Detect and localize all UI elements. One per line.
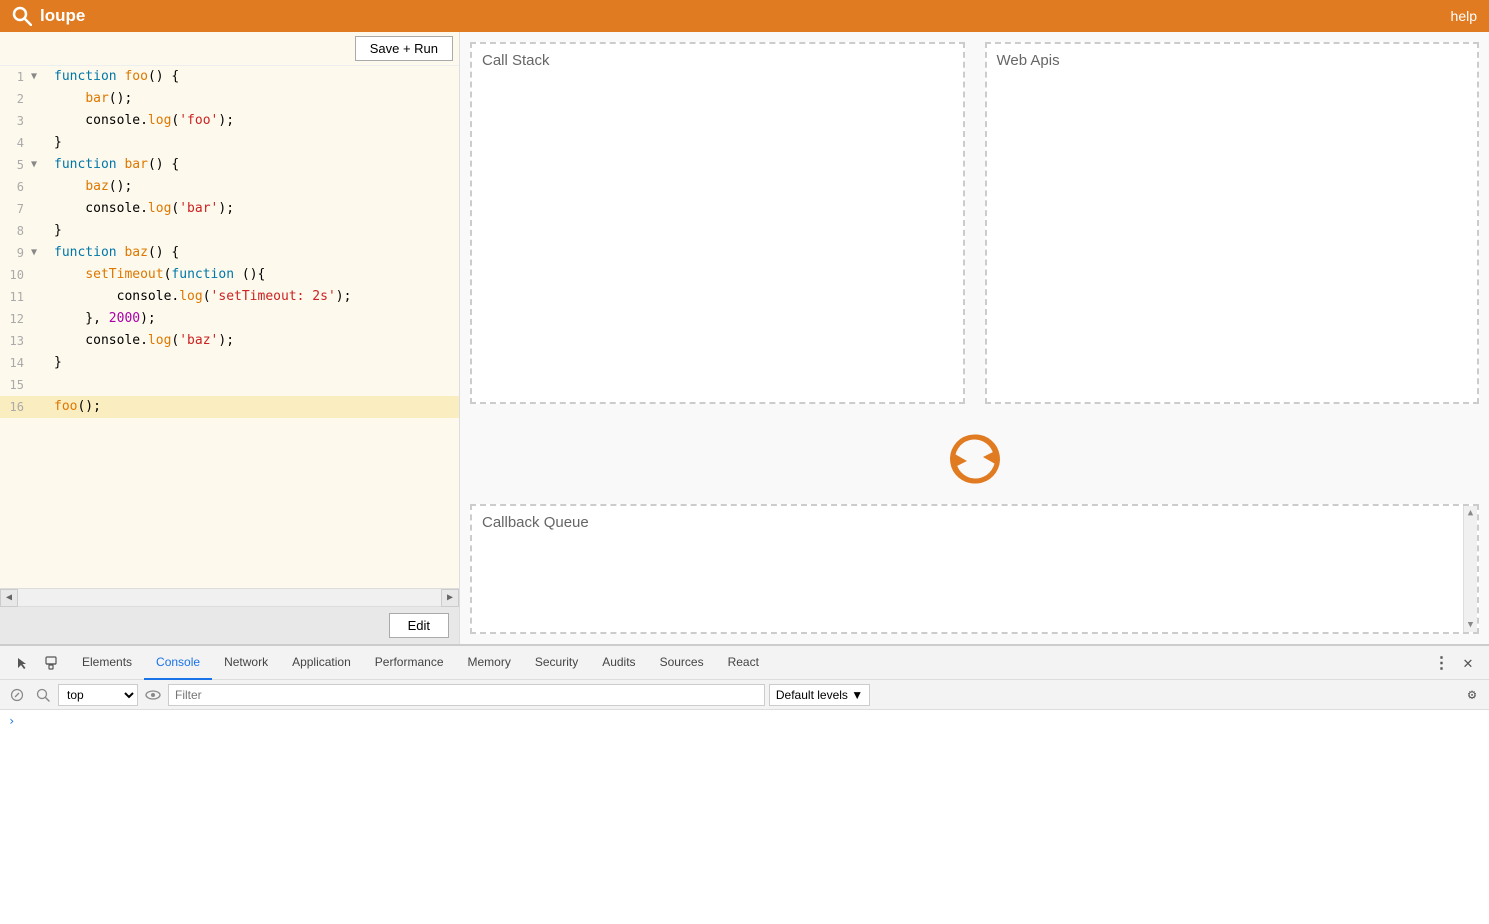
call-stack-panel: Call Stack [470, 42, 965, 404]
logo-icon [12, 6, 32, 26]
default-levels-button[interactable]: Default levels ▼ [769, 684, 870, 706]
callback-scrollbar[interactable]: ▲ ▼ [1463, 506, 1477, 632]
refresh-icon [945, 429, 1005, 489]
help-link[interactable]: help [1451, 8, 1477, 24]
device-icon[interactable] [40, 652, 62, 674]
code-panel: Save + Run 1▼function foo() {2 bar();3 c… [0, 32, 460, 644]
edit-button[interactable]: Edit [389, 613, 449, 638]
edit-area: Edit [0, 606, 459, 644]
cursor-icon[interactable] [12, 652, 34, 674]
scroll-right-arrow[interactable]: ▶ [441, 589, 459, 607]
scroll-up-arrow[interactable]: ▲ [1468, 506, 1473, 518]
right-panel: Call Stack Web Apis Callback Queue ▲ [460, 32, 1489, 644]
devtools-tab-application[interactable]: Application [280, 646, 363, 680]
prompt-arrow: › [8, 714, 15, 728]
code-line: 7 console.log('bar'); [0, 198, 459, 220]
devtools-tabs: ElementsConsoleNetworkApplicationPerform… [0, 646, 1489, 680]
code-line: 16foo(); [0, 396, 459, 418]
main-area: Save + Run 1▼function foo() {2 bar();3 c… [0, 32, 1489, 644]
code-line: 1▼function foo() { [0, 66, 459, 88]
code-line: 12 }, 2000); [0, 308, 459, 330]
code-line: 15 [0, 374, 459, 396]
code-line: 5▼function bar() { [0, 154, 459, 176]
devtools-tab-react[interactable]: React [716, 646, 771, 680]
devtools-actions: ⋮ ✕ [1431, 652, 1485, 674]
code-line: 4} [0, 132, 459, 154]
code-line: 8} [0, 220, 459, 242]
bottom-panels: Callback Queue ▲ ▼ [460, 504, 1489, 644]
devtools-icons-left [4, 652, 70, 674]
eye-icon[interactable] [142, 684, 164, 706]
devtools-tab-console[interactable]: Console [144, 646, 212, 680]
app-title: loupe [40, 6, 85, 26]
code-line: 13 console.log('baz'); [0, 330, 459, 352]
code-line: 9▼function baz() { [0, 242, 459, 264]
devtools-panel: ElementsConsoleNetworkApplicationPerform… [0, 644, 1489, 924]
filter-input[interactable] [168, 684, 765, 706]
callback-queue-label: Callback Queue [482, 514, 589, 531]
app-header: loupe help [0, 0, 1489, 32]
code-line: 3 console.log('foo'); [0, 110, 459, 132]
scroll-down-arrow[interactable]: ▼ [1468, 620, 1473, 632]
code-editor[interactable]: 1▼function foo() {2 bar();3 console.log(… [0, 66, 459, 588]
code-line: 10 setTimeout(function (){ [0, 264, 459, 286]
more-options-icon[interactable]: ⋮ [1431, 652, 1453, 674]
settings-gear-icon[interactable]: ⚙ [1461, 684, 1483, 706]
context-select[interactable]: top [58, 684, 138, 706]
filter-icon[interactable] [32, 684, 54, 706]
callback-queue-panel: Callback Queue ▲ ▼ [470, 504, 1479, 634]
code-scroll-area: ◀ ▶ [0, 588, 459, 606]
code-line: 6 baz(); [0, 176, 459, 198]
web-apis-label: Web Apis [997, 52, 1060, 69]
logo-area: loupe [12, 6, 85, 26]
web-apis-panel: Web Apis [985, 42, 1480, 404]
devtools-tab-sources[interactable]: Sources [648, 646, 716, 680]
refresh-area [460, 414, 1489, 504]
tabs-container: ElementsConsoleNetworkApplicationPerform… [70, 646, 771, 680]
devtools-tab-network[interactable]: Network [212, 646, 280, 680]
devtools-tab-security[interactable]: Security [523, 646, 590, 680]
console-toolbar: top Default levels ▼ ⚙ [0, 680, 1489, 710]
code-line: 2 bar(); [0, 88, 459, 110]
call-stack-label: Call Stack [482, 52, 550, 69]
clear-console-icon[interactable] [6, 684, 28, 706]
console-prompt: › [8, 714, 1481, 728]
devtools-tab-performance[interactable]: Performance [363, 646, 456, 680]
save-run-area: Save + Run [0, 32, 459, 66]
scroll-left-arrow[interactable]: ◀ [0, 589, 18, 607]
code-line: 14} [0, 352, 459, 374]
save-run-button[interactable]: Save + Run [355, 36, 453, 61]
devtools-tab-memory[interactable]: Memory [456, 646, 523, 680]
devtools-tab-elements[interactable]: Elements [70, 646, 144, 680]
top-panels: Call Stack Web Apis [460, 32, 1489, 414]
close-devtools-icon[interactable]: ✕ [1457, 652, 1479, 674]
code-line: 11 console.log('setTimeout: 2s'); [0, 286, 459, 308]
devtools-tab-audits[interactable]: Audits [590, 646, 647, 680]
console-output[interactable]: › [0, 710, 1489, 924]
